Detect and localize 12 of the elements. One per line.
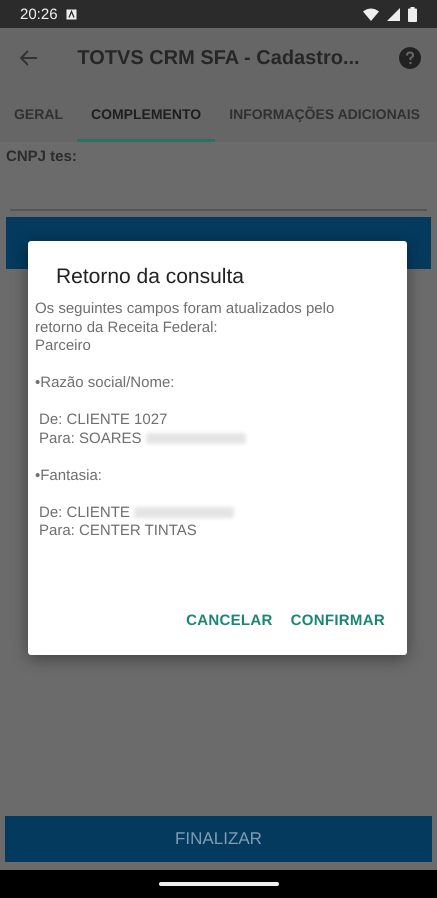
dialog-text: De: CLIENTE 1027 [38,411,168,430]
dialog-text: •Razão social/Nome: [35,374,176,392]
dialog-text: Para: CENTER TINTAS [38,522,198,540]
app-title: TOTVS CRM SFA - Cadastro... [76,46,361,70]
dialog-title: Retorno da consulta [56,265,245,289]
dialog-text: Parceiro [35,337,92,356]
dialog-text: •Fantasia: [35,466,103,485]
status-time: 20:26 [20,6,58,22]
dialog-text: Para: SOARES [35,430,369,448]
dialog-text: Os seguintes campos foram atualizados pelo retorno da Receita Federal: [35,300,336,337]
field-label: CNPJ tes: [6,148,78,165]
dialog-text: De: CLIENTE [35,504,369,522]
